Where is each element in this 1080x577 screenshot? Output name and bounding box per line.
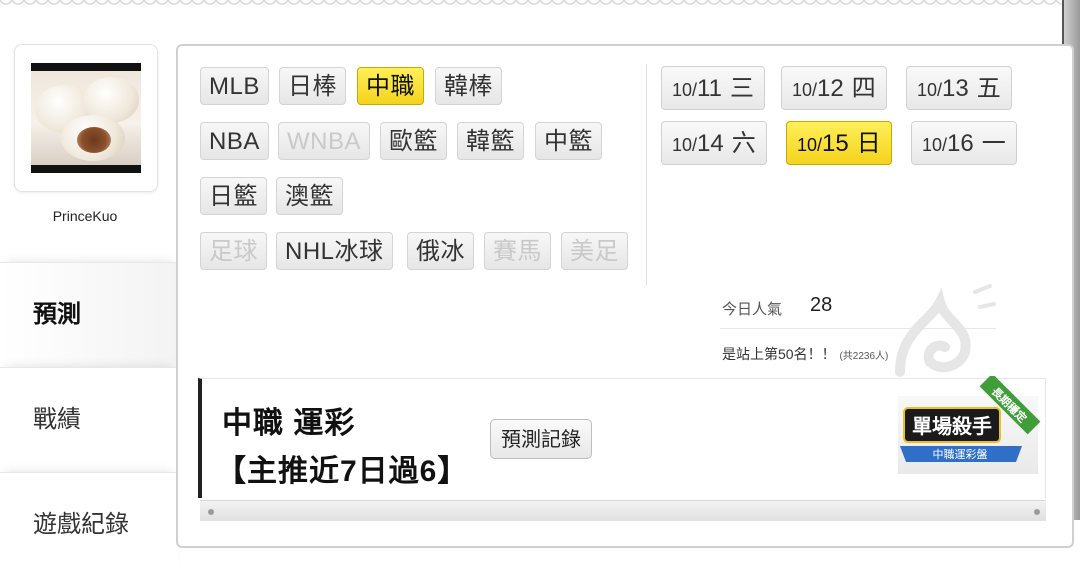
badge-main-text: 單場殺手 <box>912 414 992 438</box>
date-chip-1014[interactable]: 10/14 六 <box>661 121 767 165</box>
sport-chip-soccer: 足球 <box>200 232 267 270</box>
date-weekday: 四 <box>851 75 876 102</box>
menu-item-record[interactable]: 戰績 <box>0 367 178 472</box>
pick-subtitle: 【主推近7日過6】 <box>216 455 469 488</box>
date-weekday: 日 <box>856 130 881 157</box>
date-month: 10/ <box>917 80 943 100</box>
sport-chip-wnba: WNBA <box>278 122 370 160</box>
single-game-killer-badge-icon: 單場殺手 中職運彩盤 長期穩定 <box>898 376 1041 474</box>
rank-line: 是站上第50名！！ (共2236人) <box>722 344 888 364</box>
date-weekday: 六 <box>731 130 756 157</box>
username[interactable]: PrinceKuo <box>14 208 156 224</box>
date-day: 15 <box>822 130 849 157</box>
panel-divider <box>646 64 647 286</box>
date-month: 10/ <box>672 135 698 155</box>
date-month: 10/ <box>672 80 698 100</box>
date-weekday: 三 <box>729 75 754 102</box>
sport-chip-npb[interactable]: 日棒 <box>279 67 346 105</box>
date-chip-1015[interactable]: 10/15 日 <box>786 121 892 165</box>
sport-chip-japan-basketball[interactable]: 日籃 <box>200 177 267 215</box>
sport-chip-aus-basketball[interactable]: 澳籃 <box>276 177 343 215</box>
date-chip-1012[interactable]: 10/12 四 <box>781 66 887 110</box>
prediction-record-button[interactable]: 預測記錄 <box>490 419 592 459</box>
date-weekday: 一 <box>981 130 1006 157</box>
pick-bottom-strip <box>200 500 1046 521</box>
pick-title: 中職 運彩 <box>222 407 356 440</box>
today-popularity-label: 今日人氣 <box>722 301 783 318</box>
menu-item-game-history[interactable]: 遊戲紀錄 <box>0 472 178 577</box>
date-chip-1011[interactable]: 10/11 三 <box>661 66 765 110</box>
sport-chip-euro-basketball[interactable]: 歐籃 <box>380 122 447 160</box>
menu-item-predict[interactable]: 預測 <box>0 262 178 367</box>
strip-dot-right <box>1034 509 1040 515</box>
top-decorative-edge <box>0 0 1064 8</box>
date-month: 10/ <box>797 135 823 155</box>
date-weekday: 五 <box>976 75 1001 102</box>
date-chip-1013[interactable]: 10/13 五 <box>906 66 1012 110</box>
sport-chip-mlb[interactable]: MLB <box>200 67 269 105</box>
date-day: 13 <box>942 75 969 102</box>
date-day: 16 <box>947 130 974 157</box>
date-day: 14 <box>697 130 724 157</box>
badge-sub-text: 中職運彩盤 <box>933 448 988 461</box>
sport-chip-nba[interactable]: NBA <box>200 122 269 160</box>
rank-total: (共2236人) <box>839 351 889 362</box>
avatar-card[interactable] <box>14 44 158 192</box>
sport-chip-china-basketball[interactable]: 中籃 <box>535 122 602 160</box>
date-day: 11 <box>697 75 722 102</box>
sport-chip-kbo[interactable]: 韓棒 <box>435 67 502 105</box>
sport-chip-cpbl[interactable]: 中職 <box>357 67 424 105</box>
date-month: 10/ <box>792 80 818 100</box>
avatar-photo <box>31 71 141 165</box>
date-chip-1016[interactable]: 10/16 一 <box>911 121 1017 165</box>
sport-chip-nfl: 美足 <box>561 232 628 270</box>
strip-dot-left <box>208 509 214 515</box>
sport-chip-korea-basketball[interactable]: 韓籃 <box>457 122 524 160</box>
sport-chip-khl[interactable]: 俄冰 <box>407 232 474 270</box>
sport-chip-nhl[interactable]: NHL冰球 <box>276 232 393 270</box>
rank-text: 是站上第50名！！ <box>722 346 836 362</box>
avatar[interactable] <box>31 63 141 173</box>
stats-divider <box>720 328 996 329</box>
sport-chip-horse-racing: 賽馬 <box>484 232 551 270</box>
date-month: 10/ <box>922 135 948 155</box>
today-popularity-value: 28 <box>810 294 833 316</box>
decorative-swirl-icon <box>895 284 996 377</box>
date-day: 12 <box>817 75 844 102</box>
left-menu: 預測 戰績 遊戲紀錄 <box>0 262 178 577</box>
